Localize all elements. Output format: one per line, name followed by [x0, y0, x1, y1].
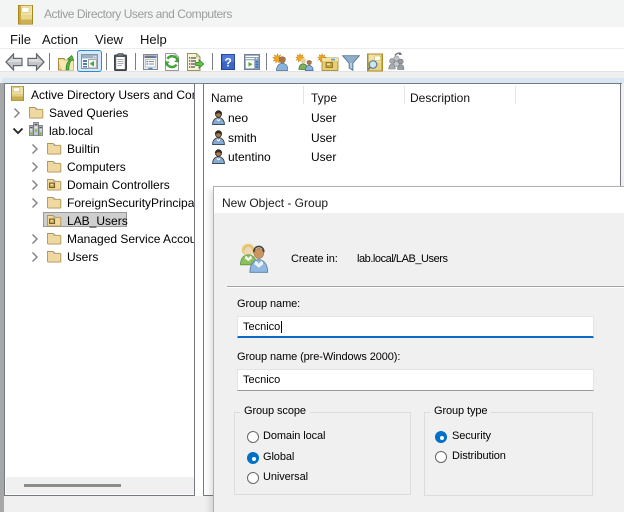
- svg-text:?: ?: [225, 56, 232, 70]
